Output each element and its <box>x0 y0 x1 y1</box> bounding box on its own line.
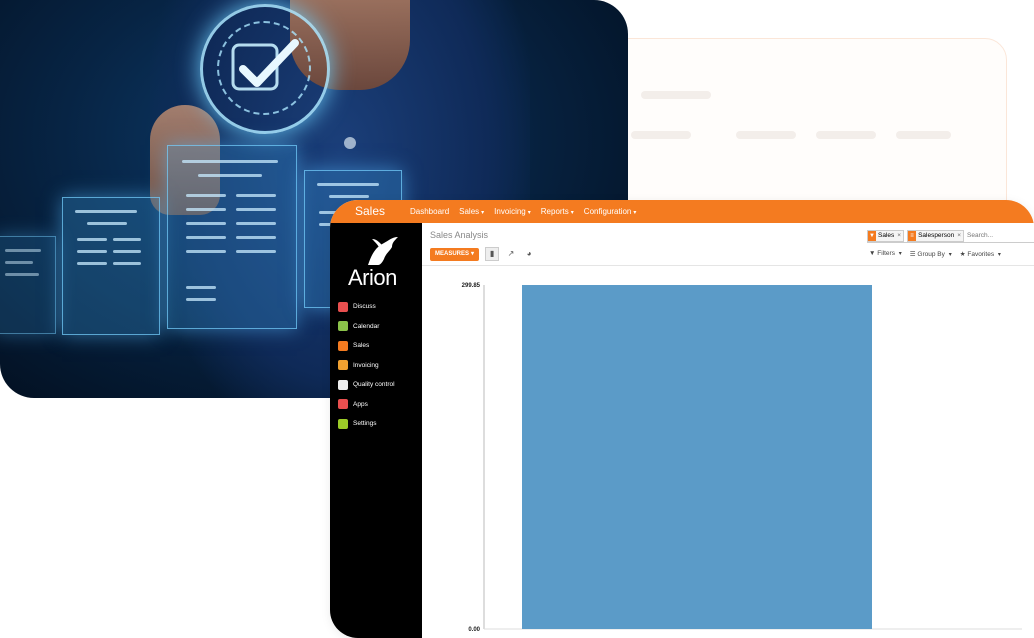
measures-button[interactable]: MEASURES ▾ <box>430 247 480 261</box>
logo-text: Arion <box>348 265 397 290</box>
ghost-line <box>816 131 876 139</box>
ghost-line <box>641 91 711 99</box>
quality-icon <box>338 379 348 390</box>
checkmark-icon <box>231 39 299 91</box>
sidebar-item-label: Discuss <box>353 303 376 311</box>
sidebar-nav: Discuss Calendar Sales Invoicing Quality con… <box>338 297 395 434</box>
gear-icon <box>338 418 348 429</box>
favorites-button[interactable]: ★ Favorites ▾ <box>960 250 1001 258</box>
search-input[interactable] <box>967 232 1005 239</box>
sidebar-item-settings[interactable]: Settings <box>338 414 395 434</box>
sidebar-item-label: Calendar <box>353 322 380 330</box>
y-tick-label: 0.00 <box>468 627 480 633</box>
app-brand[interactable]: Sales <box>355 204 385 218</box>
page-title: Sales Analysis <box>430 230 489 240</box>
search-bar[interactable]: ▼ Sales × ≡ Salesperson × <box>867 229 1034 243</box>
filter-icon: ▼ <box>869 250 876 257</box>
top-menu: Dashboard Sales ▾ Invoicing ▾ Reports ▾ Configu… <box>410 207 636 216</box>
sidebar-item-apps[interactable]: Apps <box>338 395 395 415</box>
bar-chart: 299.85 0.00 <box>422 273 1034 638</box>
chat-icon <box>338 301 348 312</box>
horse-logo-icon <box>368 237 398 265</box>
close-icon[interactable]: × <box>957 232 961 239</box>
filter-icon: ▼ <box>868 230 876 241</box>
menu-item-reports[interactable]: Reports ▾ <box>541 207 574 216</box>
chevron-down-icon: ▾ <box>481 210 485 216</box>
chevron-down-icon: ▾ <box>570 210 574 216</box>
app-screenshot: Sales Dashboard Sales ▾ Invoicing ▾ Reports ▾ C… <box>330 200 1034 638</box>
sidebar-item-label: Invoicing <box>353 361 379 369</box>
menu-item-dashboard[interactable]: Dashboard <box>410 207 449 216</box>
arion-logo: Arion <box>348 235 408 291</box>
facet-label: Sales <box>878 232 895 239</box>
close-icon[interactable]: × <box>897 232 901 239</box>
pie-chart-icon[interactable]: ◕ <box>523 248 535 260</box>
main-content: Sales Analysis ▼ Sales × ≡ Salesperson ×… <box>422 223 1034 638</box>
top-navbar: Sales Dashboard Sales ▾ Invoicing ▾ Reports ▾ C… <box>330 200 1034 223</box>
chevron-down-icon: ▾ <box>527 210 531 216</box>
chevron-down-icon: ▾ <box>633 210 637 216</box>
chart-bar[interactable] <box>522 285 872 629</box>
y-tick-label: 299.85 <box>462 283 481 289</box>
sidebar-item-invoicing[interactable]: Invoicing <box>338 356 395 376</box>
facet-label: Salesperson <box>918 232 955 239</box>
search-facet-sales[interactable]: ▼ Sales × <box>867 229 905 242</box>
line-chart-icon[interactable]: ↗ <box>505 248 517 260</box>
search-facet-salesperson[interactable]: ≡ Salesperson × <box>907 229 964 242</box>
filters-button[interactable]: ▼ Filters ▾ <box>869 250 902 258</box>
toolbar: MEASURES ▾ ▮ ↗ ◕ <box>430 247 535 261</box>
ghost-line <box>631 131 691 139</box>
ghost-line <box>736 131 796 139</box>
group-icon: ☰ <box>909 251 916 258</box>
star-icon: ★ <box>959 251 966 258</box>
hologram-document <box>62 197 160 335</box>
search-options: ▼ Filters ▾ ☰ Group By ▾ ★ Favorites ▾ <box>869 250 1001 258</box>
checkmark-hologram <box>200 4 330 134</box>
group-by-button[interactable]: ☰ Group By ▾ <box>910 250 952 258</box>
chart-svg: 299.85 0.00 <box>462 283 1022 633</box>
shirt-button <box>344 137 356 149</box>
menu-item-sales[interactable]: Sales ▾ <box>459 207 484 216</box>
sidebar-item-quality-control[interactable]: Quality control <box>338 375 395 395</box>
bar-chart-icon[interactable]: ▮ <box>485 247 500 261</box>
apps-icon <box>338 399 348 410</box>
sidebar-item-sales[interactable]: Sales <box>338 336 395 356</box>
sidebar-item-discuss[interactable]: Discuss <box>338 297 395 317</box>
sidebar-item-label: Settings <box>353 420 377 428</box>
calendar-icon <box>338 321 348 332</box>
sidebar-item-label: Sales <box>353 342 370 350</box>
hologram-document <box>167 145 297 329</box>
menu-item-invoicing[interactable]: Invoicing ▾ <box>494 207 531 216</box>
divider <box>422 265 1034 266</box>
ghost-line <box>896 131 951 139</box>
sidebar-item-calendar[interactable]: Calendar <box>338 317 395 337</box>
invoice-icon <box>338 360 348 371</box>
chart-line-icon <box>338 340 348 351</box>
group-icon: ≡ <box>908 230 917 241</box>
sidebar-item-label: Apps <box>353 400 368 408</box>
hologram-document <box>0 236 56 334</box>
sidebar-item-label: Quality control <box>353 381 395 389</box>
sidebar: Arion Discuss Calendar Sales Invoicing Quali… <box>330 223 422 638</box>
menu-item-configuration[interactable]: Configuration ▾ <box>584 207 637 216</box>
